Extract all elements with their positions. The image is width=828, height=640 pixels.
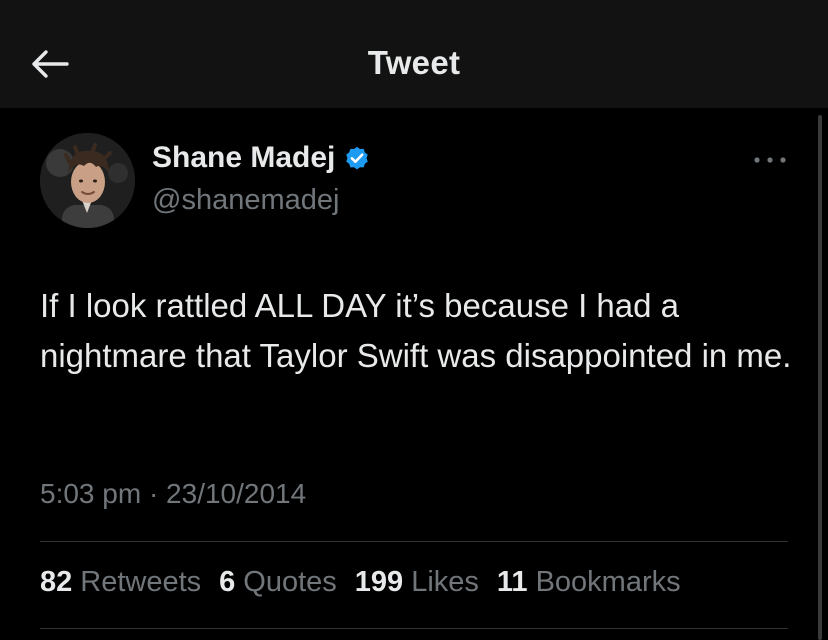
likes-count: 199 [354,566,404,598]
divider [40,628,788,629]
bookmarks-count: 11 [496,566,528,598]
ellipsis-icon [754,157,786,163]
tweet-timestamp[interactable]: 5:03 pm · 23/10/2014 [40,478,306,510]
page-title: Tweet [367,44,461,81]
quotes-stat[interactable]: 6 Quotes [219,566,337,599]
retweets-label: Retweets [80,566,202,598]
divider [40,541,788,542]
avatar-photo [40,133,135,228]
verified-badge-icon[interactable] [343,144,371,172]
likes-stat[interactable]: 199 Likes [355,566,479,599]
tweet-text: If I look rattled ALL DAY it’s because I… [40,287,792,374]
more-options-button[interactable] [752,150,788,170]
author-display-name[interactable]: Shane Madej [152,141,335,175]
scrollbar[interactable] [818,115,822,640]
author-handle[interactable]: @shanemadej [152,184,339,217]
engagement-stats: 82 Retweets 6 Quotes 199 Likes 11 Bookma… [40,566,699,599]
retweets-count: 82 [40,566,73,598]
quotes-label: Quotes [243,566,337,598]
top-bar: Tweet [0,0,828,108]
author-name-row: Shane Madej [152,141,371,175]
bookmarks-stat[interactable]: 11 Bookmarks [497,566,681,599]
bookmarks-label: Bookmarks [535,566,681,598]
retweets-stat[interactable]: 82 Retweets [40,566,201,599]
quotes-count: 6 [219,566,236,598]
likes-label: Likes [411,566,479,598]
avatar[interactable] [40,133,135,228]
